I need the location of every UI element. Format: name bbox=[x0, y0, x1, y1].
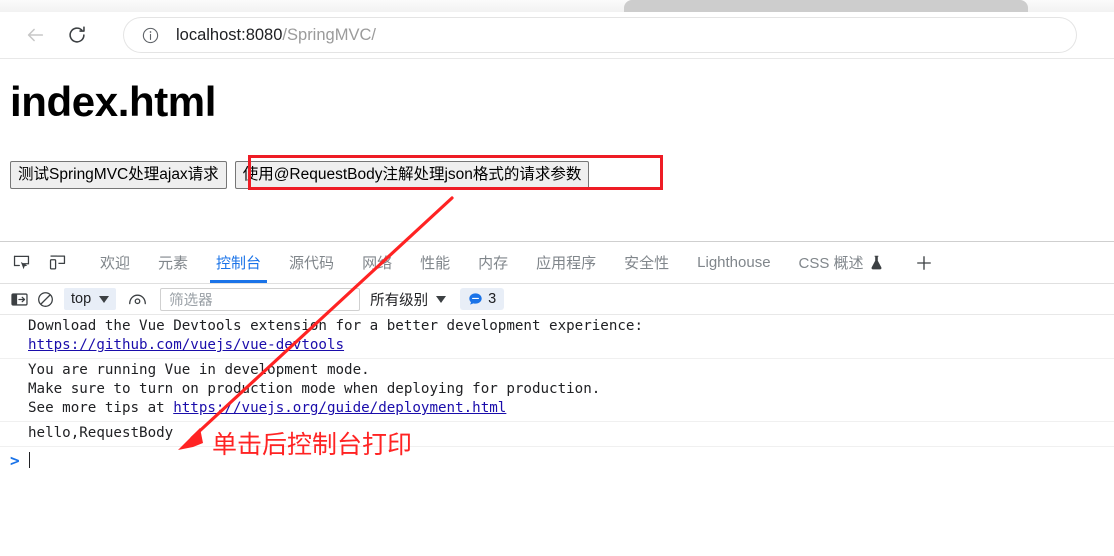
console-message-line: You are running Vue in development mode. bbox=[28, 362, 370, 378]
vue-deployment-link[interactable]: https://vuejs.org/guide/deployment.html bbox=[173, 400, 506, 416]
browser-toolbar: localhost:8080/SpringMVC/ bbox=[0, 12, 1114, 59]
tab-sources[interactable]: 源代码 bbox=[275, 242, 348, 283]
address-bar-url: localhost:8080/SpringMVC/ bbox=[176, 26, 376, 45]
add-panel-button[interactable] bbox=[907, 246, 941, 280]
tab-performance[interactable]: 性能 bbox=[406, 242, 464, 283]
url-host: localhost:8080 bbox=[176, 25, 283, 44]
info-circle-icon[interactable] bbox=[140, 25, 160, 45]
console-output: Download the Vue Devtools extension for … bbox=[0, 315, 1114, 473]
console-sidebar-button[interactable] bbox=[6, 286, 32, 312]
console-message-line: https://github.com/vuejs/vue-devtools bbox=[28, 336, 1114, 355]
console-message-line: See more tips at https://vuejs.org/guide… bbox=[28, 399, 1114, 418]
issues-speech-bubble-icon bbox=[469, 292, 482, 305]
vue-devtools-link[interactable]: https://github.com/vuejs/vue-devtools bbox=[28, 337, 344, 353]
chevron-down-icon bbox=[436, 295, 447, 303]
tab-label: 应用程序 bbox=[536, 255, 597, 272]
console-message-line: hello,RequestBody bbox=[28, 425, 174, 441]
page-content: index.html 测试SpringMVC处理ajax请求 使用@Reques… bbox=[0, 59, 1114, 241]
arrow-left-icon bbox=[27, 28, 44, 42]
tab-application[interactable]: 应用程序 bbox=[522, 242, 610, 283]
tab-security[interactable]: 安全性 bbox=[610, 242, 683, 283]
reload-icon bbox=[69, 26, 85, 43]
tab-network[interactable]: 网络 bbox=[348, 242, 406, 283]
tab-label: 性能 bbox=[420, 255, 451, 272]
filter-placeholder: 筛选器 bbox=[169, 292, 213, 309]
reload-button[interactable] bbox=[62, 20, 92, 50]
issues-count: 3 bbox=[488, 291, 497, 307]
chevron-down-icon bbox=[99, 295, 110, 303]
live-expression-eye-icon bbox=[128, 294, 146, 305]
tab-css-overview[interactable]: CSS 概述 bbox=[785, 242, 897, 283]
tab-label: 内存 bbox=[478, 255, 509, 272]
tab-lighthouse[interactable]: Lighthouse bbox=[683, 242, 784, 283]
tab-label: 网络 bbox=[362, 255, 393, 272]
requestbody-json-button[interactable]: 使用@RequestBody注解处理json格式的请求参数 bbox=[234, 161, 590, 190]
device-toolbar-icon bbox=[49, 255, 65, 270]
tab-label: 元素 bbox=[158, 255, 189, 272]
console-message-line: Download the Vue Devtools extension for … bbox=[28, 318, 643, 334]
test-ajax-button[interactable]: 测试SpringMVC处理ajax请求 bbox=[10, 161, 227, 190]
page-button-row: 测试SpringMVC处理ajax请求 使用@RequestBody注解处理js… bbox=[10, 161, 590, 190]
back-button[interactable] bbox=[20, 20, 50, 50]
annotation-text: 单击后控制台打印 bbox=[212, 430, 413, 459]
live-expression-button[interactable] bbox=[124, 286, 150, 312]
tab-label: 安全性 bbox=[624, 255, 670, 272]
tab-console[interactable]: 控制台 bbox=[202, 242, 275, 283]
inspect-element-icon bbox=[13, 255, 29, 270]
execution-context-selector[interactable]: top bbox=[64, 288, 117, 310]
tab-memory[interactable]: 内存 bbox=[464, 242, 522, 283]
console-sidebar-icon bbox=[10, 292, 28, 306]
devtools-panel: 欢迎 元素 控制台 源代码 网络 性能 内存 应用程序 安全性 Lighthou… bbox=[0, 241, 1114, 556]
browser-tab[interactable] bbox=[624, 0, 1028, 12]
address-bar[interactable]: localhost:8080/SpringMVC/ bbox=[124, 18, 1076, 52]
link-prefix: See more tips at bbox=[28, 400, 174, 416]
filter-input[interactable]: 筛选器 bbox=[160, 287, 361, 311]
console-message-line: Make sure to turn on production mode whe… bbox=[28, 381, 601, 397]
devtools-tab-bar: 欢迎 元素 控制台 源代码 网络 性能 内存 应用程序 安全性 Lighthou… bbox=[0, 242, 1114, 284]
browser-tab-strip bbox=[0, 0, 1114, 12]
page-title: index.html bbox=[10, 78, 217, 125]
tab-label: 欢迎 bbox=[100, 255, 131, 272]
execution-context-label: top bbox=[71, 291, 92, 307]
tab-label: 源代码 bbox=[289, 255, 335, 272]
tab-label: Lighthouse bbox=[697, 254, 771, 271]
tab-label: 控制台 bbox=[216, 255, 262, 272]
console-message[interactable]: You are running Vue in development mode.… bbox=[0, 359, 1114, 422]
console-message[interactable]: Download the Vue Devtools extension for … bbox=[0, 315, 1114, 359]
screenshot-root: localhost:8080/SpringMVC/ index.html 测试S… bbox=[0, 0, 1114, 556]
prompt-chevron-icon: > bbox=[10, 450, 20, 470]
console-toolbar: top 筛选器 所有级别 3 bbox=[0, 284, 1114, 315]
console-message[interactable]: hello,RequestBody bbox=[0, 422, 1114, 447]
console-prompt[interactable]: > bbox=[0, 447, 1114, 473]
flask-icon bbox=[870, 255, 883, 270]
text-caret bbox=[28, 452, 30, 468]
clear-console-button[interactable] bbox=[32, 286, 58, 312]
issues-badge[interactable]: 3 bbox=[460, 288, 505, 310]
log-level-selector[interactable]: 所有级别 bbox=[370, 289, 447, 310]
plus-icon bbox=[916, 255, 931, 270]
log-level-label: 所有级别 bbox=[370, 292, 429, 309]
tab-welcome[interactable]: 欢迎 bbox=[86, 242, 144, 283]
url-path: /SpringMVC/ bbox=[282, 25, 376, 44]
tab-label: CSS 概述 bbox=[798, 255, 864, 272]
tab-elements[interactable]: 元素 bbox=[144, 242, 202, 283]
clear-console-icon bbox=[37, 291, 53, 307]
device-toolbar-button[interactable] bbox=[42, 248, 72, 278]
inspect-element-button[interactable] bbox=[6, 248, 36, 278]
